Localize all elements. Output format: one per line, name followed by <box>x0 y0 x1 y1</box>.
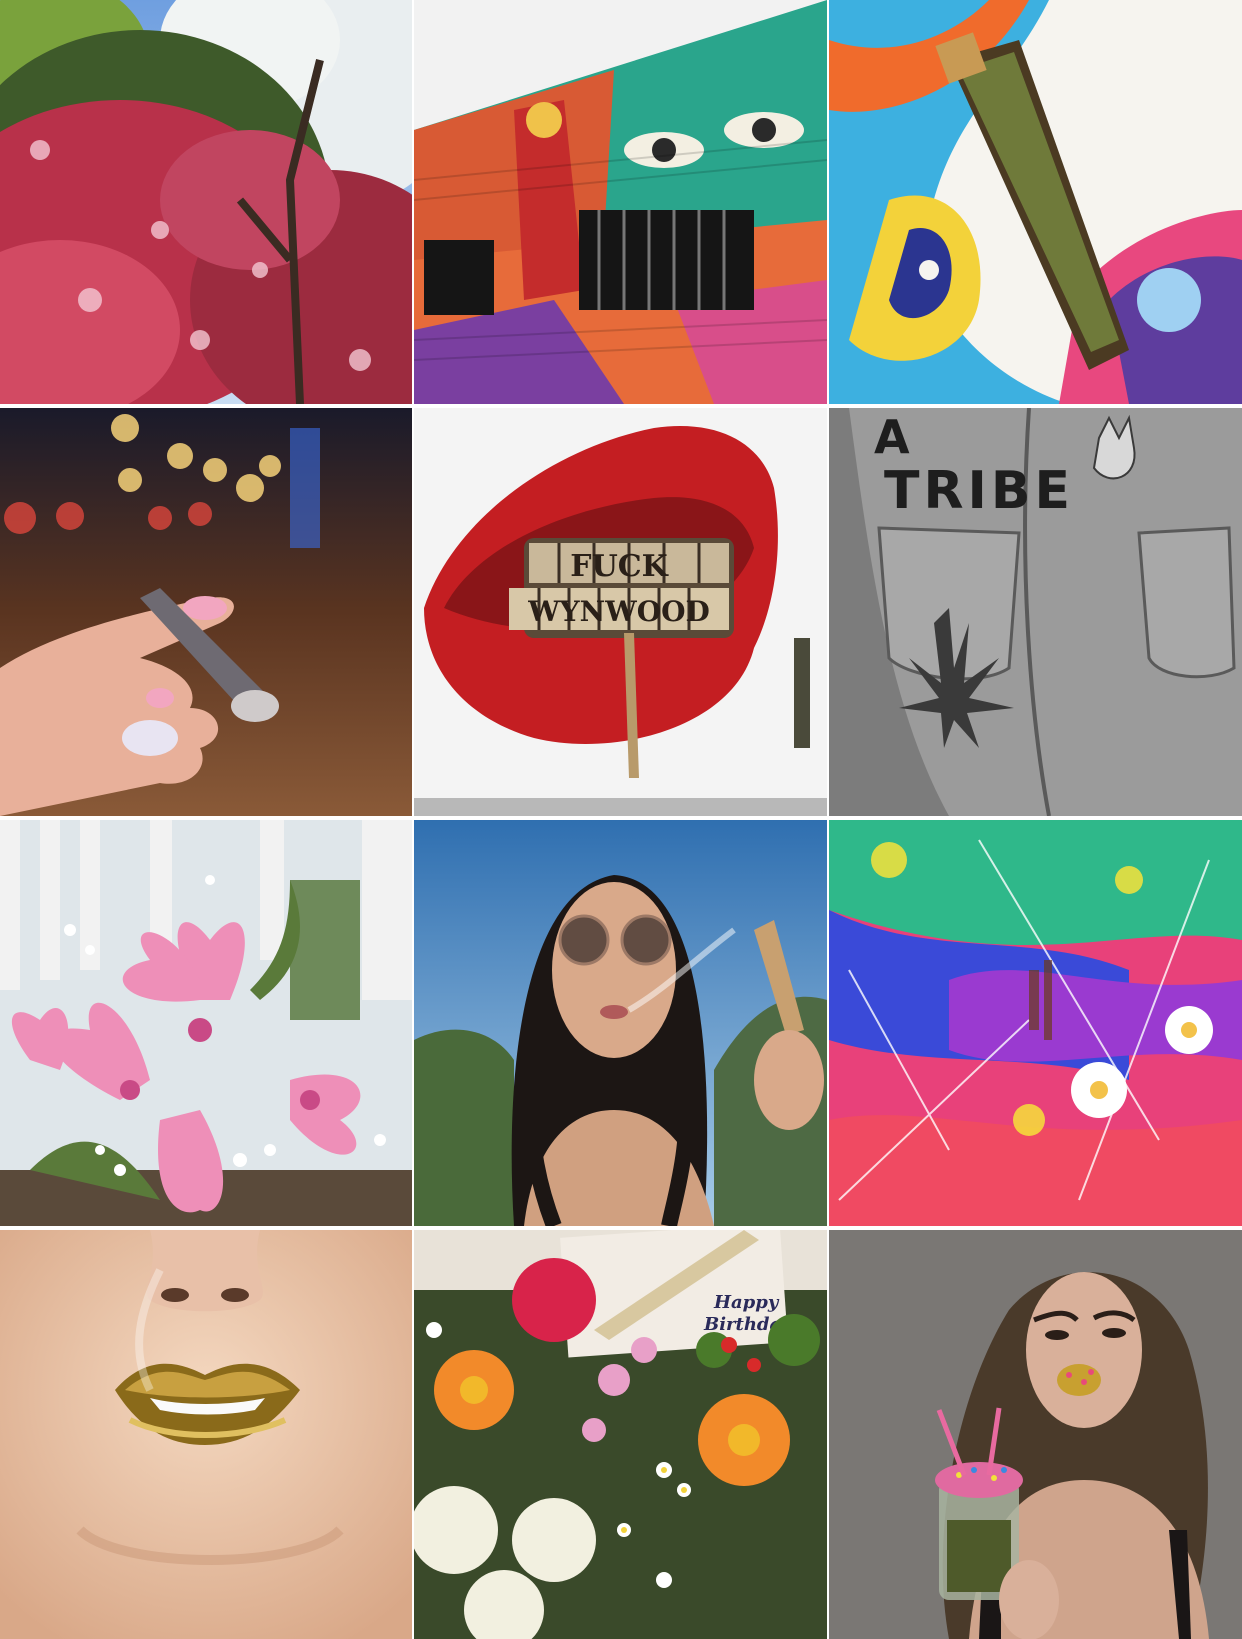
photo-tile-hand-joint-night[interactable] <box>0 408 412 816</box>
photo-tile-joint-art[interactable] <box>829 0 1242 404</box>
jeans-patch-letter: A <box>874 410 910 464</box>
birthday-flowers-image: Happy Birthday <box>414 1230 827 1639</box>
photo-tile-street-mural[interactable] <box>414 0 827 404</box>
gold-lips-image <box>0 1230 412 1639</box>
photo-tile-jeans[interactable]: A TRIBE <box>829 408 1242 816</box>
hand-joint-image <box>0 408 412 816</box>
collage-art-image <box>829 820 1242 1226</box>
photo-tile-birthday-flowers[interactable]: Happy Birthday <box>414 1230 827 1639</box>
street-mural-image <box>414 0 827 404</box>
photo-tile-woman-jar[interactable] <box>829 1230 1242 1639</box>
lips-mural-image: FUCK WYNWOOD <box>414 408 827 816</box>
woman-sunglasses-image <box>414 820 827 1226</box>
jeans-image: A TRIBE <box>829 408 1242 816</box>
jeans-patch-word: TRIBE <box>884 461 1074 521</box>
photo-tile-collage-art[interactable] <box>829 820 1242 1226</box>
photo-tile-lips-mural[interactable]: FUCK WYNWOOD <box>414 408 827 816</box>
woman-jar-image <box>829 1230 1242 1639</box>
photo-tile-pink-lilies[interactable] <box>0 820 412 1226</box>
grill-top-lettering: FUCK <box>570 549 668 584</box>
photo-grid: FUCK WYNWOOD A TRIBE Happy Birthday <box>0 0 1242 1639</box>
photo-tile-woman-sunglasses[interactable] <box>414 820 827 1226</box>
pink-lilies-image <box>0 820 412 1226</box>
grill-bottom-lettering: WYNWOOD <box>527 595 710 628</box>
joint-art-image <box>829 0 1242 404</box>
flowering-trees-image <box>0 0 412 404</box>
photo-tile-flowering-trees[interactable] <box>0 0 412 404</box>
photo-tile-gold-lips[interactable] <box>0 1230 412 1639</box>
card-happy-text: Happy <box>713 1292 780 1313</box>
